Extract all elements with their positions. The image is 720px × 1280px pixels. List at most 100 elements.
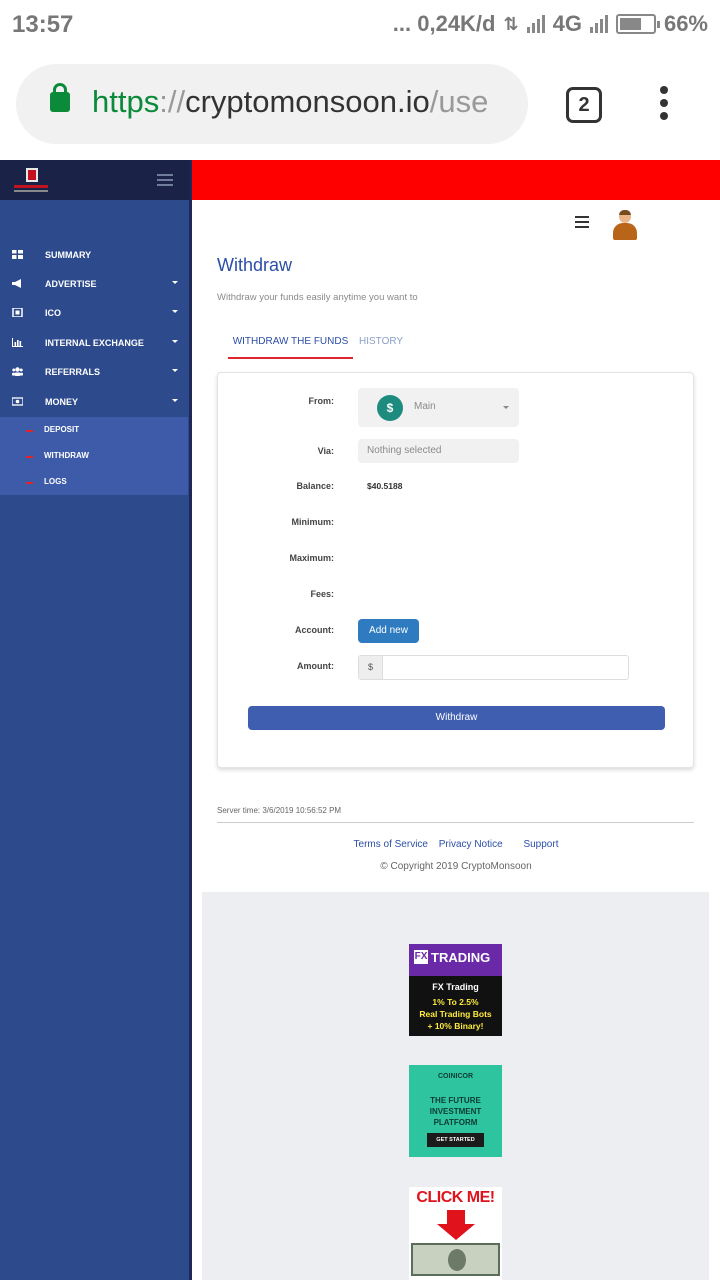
footer-links: Terms of Service Privacy Notice Support — [192, 839, 720, 850]
fx-logo-icon: FX — [414, 950, 428, 964]
ad1-header: FX TRADING — [409, 944, 502, 976]
via-select[interactable]: Nothing selected — [358, 439, 519, 463]
caret-down-icon — [172, 399, 178, 402]
submenu-item-label: DEPOSIT — [44, 425, 80, 434]
ad1-line2: 1% To 2.5% — [432, 997, 479, 1007]
url-path: /use — [429, 84, 489, 119]
caret-down-icon — [503, 406, 509, 409]
ad1-copy: 1% To 2.5% Real Trading Bots + 10% Binar… — [409, 996, 502, 1032]
sidebar-item-label: SUMMARY — [45, 250, 92, 260]
hamburger-icon[interactable] — [157, 174, 173, 186]
ad3-text: CLICK ME! — [416, 1189, 495, 1206]
megaphone-icon — [12, 279, 21, 288]
network-type: 4G — [552, 11, 582, 36]
data-arrows-icon: ⇅ — [503, 13, 519, 34]
minimum-label: Minimum: — [291, 517, 335, 527]
sidebar-item-label: ICO — [45, 308, 62, 318]
ad2-copy: THE FUTURE INVESTMENT PLATFORM — [409, 1095, 502, 1128]
withdraw-button[interactable]: Withdraw — [248, 706, 665, 730]
lock-icon — [50, 83, 70, 112]
sidebar-item-label: MONEY — [45, 397, 79, 407]
amount-label: Amount: — [297, 661, 334, 671]
dash-icon — [26, 482, 33, 484]
ad2-get-started-button[interactable]: GET STARTED — [427, 1133, 484, 1147]
ad2-line2: INVESTMENT — [429, 1107, 482, 1116]
arrow-down-head — [437, 1224, 475, 1240]
url-scheme: https — [92, 84, 160, 119]
qr-icon — [12, 308, 23, 317]
tab-history[interactable]: HISTORY — [359, 336, 403, 347]
sidebar-item-money[interactable]: MONEY — [0, 387, 188, 416]
ad-coinicor[interactable]: COINICOR THE FUTURE INVESTMENT PLATFORM … — [409, 1065, 502, 1157]
submenu-item-deposit[interactable]: DEPOSIT — [0, 417, 188, 443]
url-host: cryptomonsoon.io — [185, 84, 430, 119]
ad1-line4: + 10% Binary! — [427, 1021, 484, 1031]
balance-label: Balance: — [296, 481, 334, 491]
currency-addon: $ — [359, 656, 383, 679]
sliders-icon[interactable] — [575, 216, 589, 228]
account-label: Account: — [295, 625, 334, 635]
address-bar[interactable]: https://cryptomonsoon.io/use — [16, 64, 528, 144]
submenu-item-label: WITHDRAW — [44, 451, 89, 460]
ad2-brand: COINICOR — [438, 1073, 473, 1080]
maximum-label: Maximum: — [289, 553, 334, 563]
sidebar-item-referrals[interactable]: REFERRALS — [0, 357, 188, 386]
via-select-value: Nothing selected — [367, 445, 442, 456]
url-text[interactable]: https://cryptomonsoon.io/use — [92, 84, 512, 120]
support-link[interactable]: Support — [523, 839, 558, 850]
main-content: Withdraw Withdraw your funds easily anyt… — [192, 200, 720, 892]
copyright: © Copyright 2019 CryptoMonsoon — [380, 861, 532, 872]
ad1-line1: FX Trading — [432, 982, 479, 992]
money-submenu: DEPOSIT WITHDRAW LOGS — [0, 417, 188, 495]
balance-value: $40.5188 — [367, 481, 403, 491]
sidebar-item-ico[interactable]: ICO — [0, 298, 188, 327]
from-label: From: — [308, 396, 335, 406]
cryptomonsoon-logo[interactable] — [14, 168, 50, 194]
from-select[interactable]: $ Main — [358, 388, 519, 427]
dash-icon — [26, 456, 33, 458]
arrow-down-icon — [447, 1210, 465, 1224]
tab-switcher-button[interactable]: 2 — [566, 87, 602, 123]
signal-icon — [526, 15, 545, 33]
sidebar-item-label: INTERNAL EXCHANGE — [45, 338, 144, 348]
terms-of-service-link[interactable]: Terms of Service — [354, 839, 428, 850]
ad1-brand: TRADING — [431, 950, 491, 965]
submenu-item-label: LOGS — [44, 477, 67, 486]
page-subtitle: Withdraw your funds easily anytime you w… — [217, 292, 418, 303]
user-avatar[interactable] — [612, 210, 638, 240]
ad2-line1: THE FUTURE — [430, 1096, 481, 1105]
amount-input[interactable] — [384, 656, 628, 679]
sidebar-item-internal-exchange[interactable]: INTERNAL EXCHANGE — [0, 328, 188, 357]
withdraw-form-card: From: $ Main Via: Nothing selected Balan… — [217, 372, 694, 768]
sidebar-item-summary[interactable]: SUMMARY — [0, 240, 188, 269]
users-icon — [12, 367, 23, 376]
caret-down-icon — [172, 369, 178, 372]
browser-menu-icon[interactable] — [652, 86, 676, 126]
status-bar: 13:57 ... 0,24K/d ⇅ 4G 66% — [0, 0, 720, 52]
grid-icon — [12, 250, 23, 259]
sidebar-item-advertise[interactable]: ADVERTISE — [0, 269, 188, 298]
from-select-value: Main — [414, 401, 436, 412]
server-time: Server time: 3/6/2019 10:56:52 PM — [217, 806, 342, 815]
top-header-bar — [192, 160, 720, 200]
dollar-bill-icon — [411, 1243, 500, 1276]
sidebar-item-label: ADVERTISE — [45, 279, 97, 289]
privacy-notice-link[interactable]: Privacy Notice — [439, 839, 503, 850]
network-speed: ... 0,24K/d — [392, 11, 496, 36]
signal-icon-2 — [589, 15, 608, 33]
tab-withdraw-the-funds[interactable]: WITHDRAW THE FUNDS — [228, 336, 353, 359]
divider — [217, 822, 694, 823]
ad-click-me[interactable]: CLICK ME! — [409, 1187, 502, 1280]
amount-input-group: $ — [358, 655, 629, 680]
bar-chart-icon — [12, 338, 23, 347]
ad-zone: FX TRADING FX Trading 1% To 2.5% Real Tra… — [202, 892, 709, 1280]
submenu-item-logs[interactable]: LOGS — [0, 469, 188, 495]
add-new-account-button[interactable]: Add new — [358, 619, 419, 643]
battery-percent: 66% — [663, 11, 708, 36]
caret-down-icon — [172, 310, 178, 313]
submenu-item-withdraw[interactable]: WITHDRAW — [0, 443, 188, 469]
ad-fx-trading[interactable]: FX TRADING FX Trading 1% To 2.5% Real Tra… — [409, 944, 502, 1036]
sidebar-header — [0, 160, 190, 200]
url-separator: :// — [159, 84, 186, 119]
ad2-line3: PLATFORM — [433, 1118, 478, 1127]
